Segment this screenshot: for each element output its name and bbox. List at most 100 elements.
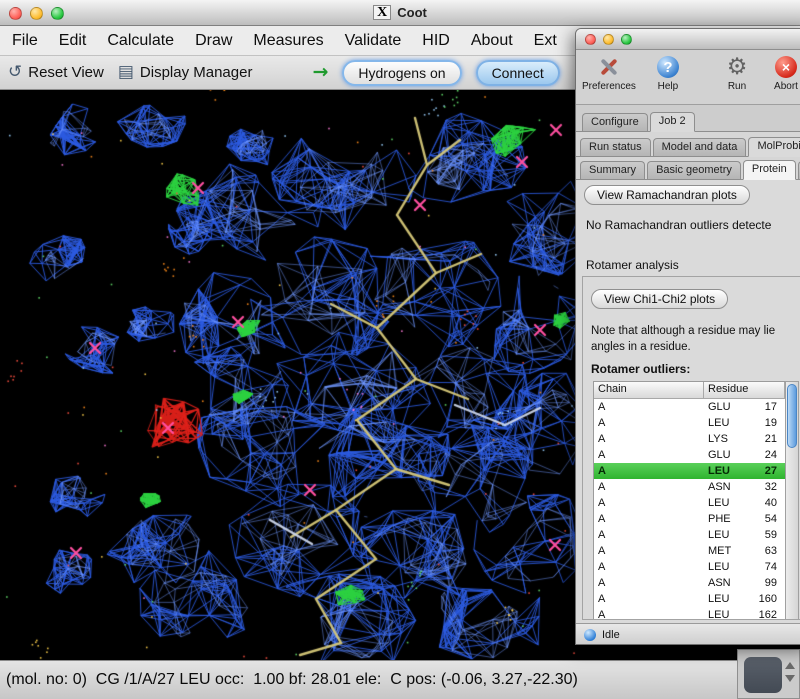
abort-button[interactable]: × Abort	[769, 54, 800, 92]
menu-calculate[interactable]: Calculate	[107, 32, 174, 50]
cell-residue-number: 27	[748, 465, 785, 477]
table-header: Chain Residue	[594, 382, 785, 399]
cell-residue-name: MET	[704, 545, 748, 557]
dialog-zoom-button[interactable]	[621, 34, 632, 45]
menu-hid[interactable]: HID	[422, 32, 450, 50]
tab-summary[interactable]: Summary	[580, 161, 645, 179]
protein-tab-page: View Ramachandran plots No Ramachandran …	[576, 180, 800, 623]
table-row[interactable]: ALEU162	[594, 607, 785, 620]
close-button[interactable]	[9, 7, 22, 20]
display-manager-label: Display Manager	[140, 64, 253, 81]
dialog-close-button[interactable]	[585, 34, 596, 45]
atom-status-text: (mol. no: 0) CG /1/A/27 LEU occ: 1.00 bf…	[6, 671, 578, 689]
tab-molprobity[interactable]: MolProbit	[748, 137, 800, 157]
cell-residue-name: ASN	[704, 481, 748, 493]
preferences-button[interactable]: Preferences	[582, 54, 636, 92]
cell-residue-number: 99	[748, 577, 785, 589]
tab-run-status[interactable]: Run status	[580, 138, 651, 156]
tab-job-2[interactable]: Job 2	[650, 112, 695, 132]
hydrogens-toggle-button[interactable]: Hydrogens on	[342, 60, 461, 86]
cell-residue-number: 24	[748, 449, 785, 461]
display-manager-button[interactable]: ▤ Display Manager	[118, 64, 253, 81]
cell-chain: A	[594, 481, 704, 493]
table-row-selected[interactable]: ALEU27	[594, 463, 785, 479]
table-row[interactable]: ALEU160	[594, 591, 785, 607]
reset-view-icon: ↺	[8, 64, 22, 81]
window-title: X Coot	[0, 0, 800, 25]
minimize-button[interactable]	[30, 7, 43, 20]
background-window-scroll-corner	[737, 649, 800, 699]
cell-residue-name: GLU	[704, 449, 748, 461]
dialog-window-controls	[585, 34, 632, 45]
table-row[interactable]: AASN99	[594, 575, 785, 591]
cell-residue-number: 160	[748, 593, 785, 605]
dialog-status-bar: Idle	[576, 623, 800, 645]
table-row[interactable]: ALYS21	[594, 431, 785, 447]
table-row[interactable]: AMET63	[594, 543, 785, 559]
column-header-chain[interactable]: Chain	[594, 382, 704, 399]
display-manager-icon: ▤	[118, 64, 134, 81]
rotamer-outliers-label: Rotamer outliers:	[591, 362, 690, 376]
table-row[interactable]: APHE54	[594, 511, 785, 527]
table-row[interactable]: ALEU74	[594, 559, 785, 575]
menu-extensions[interactable]: Ext	[534, 32, 557, 50]
cell-residue-number: 21	[748, 433, 785, 445]
view-ramachandran-plots-button[interactable]: View Ramachandran plots	[584, 185, 750, 205]
cell-residue-name: LEU	[704, 417, 748, 429]
tab-configure[interactable]: Configure	[582, 113, 648, 131]
view-chi1-chi2-plots-button[interactable]: View Chi1-Chi2 plots	[591, 289, 728, 309]
cell-chain: A	[594, 417, 704, 429]
tab-model-and-data[interactable]: Model and data	[653, 138, 747, 156]
table-row[interactable]: AGLU17	[594, 399, 785, 415]
connect-button[interactable]: Connect	[476, 60, 560, 86]
abort-label: Abort	[774, 81, 798, 92]
preferences-icon	[596, 54, 622, 80]
column-header-residue[interactable]: Residue	[704, 382, 785, 399]
zoom-button[interactable]	[51, 7, 64, 20]
dialog-minimize-button[interactable]	[603, 34, 614, 45]
x11-icon: X	[373, 5, 391, 20]
window-title-text: Coot	[397, 5, 427, 20]
menu-edit[interactable]: Edit	[59, 32, 87, 50]
table-scrollbar[interactable]	[785, 381, 799, 620]
help-button[interactable]: ? Help	[651, 54, 685, 92]
table-row[interactable]: AGLU24	[594, 447, 785, 463]
window-controls	[9, 7, 64, 20]
scroll-down-icon[interactable]	[785, 675, 795, 682]
scroll-up-icon[interactable]	[785, 662, 795, 669]
cell-residue-name: LEU	[704, 561, 748, 573]
job-tab-bar: Configure Job 2	[576, 105, 800, 132]
rotamer-note-line2: angles in a residue.	[591, 341, 691, 353]
reset-view-button[interactable]: ↺ Reset View	[8, 64, 104, 81]
rotamer-note-line1: Note that although a residue may lie	[591, 325, 775, 337]
table-row[interactable]: ALEU19	[594, 415, 785, 431]
cell-residue-name: LEU	[704, 497, 748, 509]
tab-basic-geometry[interactable]: Basic geometry	[647, 161, 741, 179]
menu-draw[interactable]: Draw	[195, 32, 232, 50]
cell-residue-number: 74	[748, 561, 785, 573]
coot-application: X Coot File Edit Calculate Draw Measures…	[0, 0, 800, 699]
table-row[interactable]: ALEU40	[594, 495, 785, 511]
abort-icon: ×	[775, 56, 797, 78]
menu-file[interactable]: File	[12, 32, 38, 50]
cell-residue-name: GLU	[704, 401, 748, 413]
menu-validate[interactable]: Validate	[345, 32, 402, 50]
menu-about[interactable]: About	[471, 32, 513, 50]
scrollbar-track[interactable]	[744, 657, 782, 693]
tab-protein[interactable]: Protein	[743, 160, 796, 180]
cell-residue-number: 59	[748, 529, 785, 541]
run-button[interactable]: ⚙ Run	[720, 54, 754, 92]
cell-residue-name: LEU	[704, 529, 748, 541]
dialog-toolbar: Preferences ? Help ⚙ Run × Abort A	[576, 50, 800, 104]
table-row[interactable]: AASN32	[594, 479, 785, 495]
rotamer-outliers-table: Chain Residue AGLU17 ALEU19 ALYS21 AGLU2…	[593, 381, 785, 620]
gear-icon: ⚙	[727, 56, 748, 79]
ramachandran-status-text: No Ramachandran outliers detecte	[586, 218, 771, 232]
validation-dialog: Preferences ? Help ⚙ Run × Abort A Confi…	[575, 28, 800, 645]
table-row[interactable]: ALEU59	[594, 527, 785, 543]
cell-chain: A	[594, 433, 704, 445]
cell-residue-name: PHE	[704, 513, 748, 525]
forward-arrow-icon[interactable]: →	[312, 63, 328, 82]
scrollbar-thumb[interactable]	[787, 384, 797, 448]
menu-measures[interactable]: Measures	[253, 32, 323, 50]
